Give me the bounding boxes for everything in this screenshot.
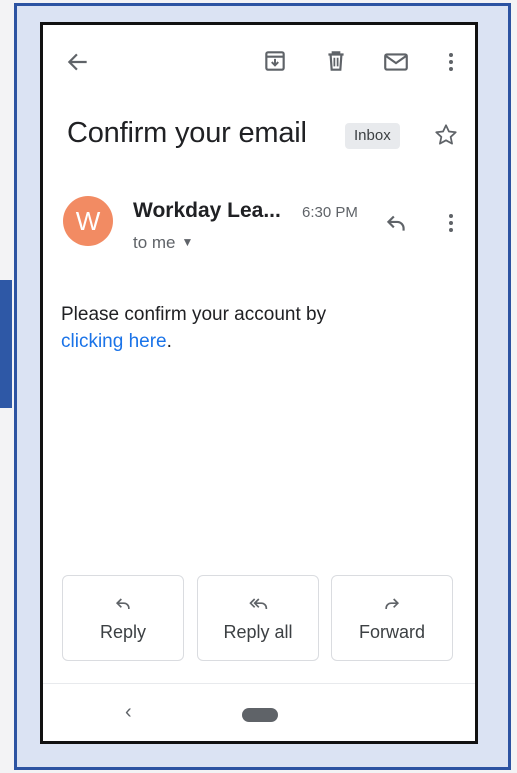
trash-icon[interactable]: [323, 48, 349, 74]
reply-icon: [63, 594, 183, 614]
sender-name[interactable]: Workday Lea...: [133, 199, 281, 223]
recipient-toggle[interactable]: to me ▼: [133, 233, 193, 253]
arrow-left-icon[interactable]: [65, 49, 91, 75]
reply-all-label: Reply all: [223, 622, 293, 642]
reply-icon[interactable]: [382, 210, 410, 236]
reply-button[interactable]: Reply: [62, 575, 184, 661]
body-text: Please confirm your account by: [61, 304, 327, 325]
nav-home-pill[interactable]: [242, 708, 278, 722]
forward-icon: [332, 594, 452, 614]
reply-label: Reply: [99, 622, 147, 642]
email-body: Please confirm your account by clicking …: [61, 301, 421, 355]
email-subject: Confirm your email: [67, 117, 307, 149]
recipient-label: to me: [133, 233, 176, 252]
nav-back-icon[interactable]: ‹: [125, 701, 132, 724]
chevron-down-icon: ▼: [181, 235, 194, 249]
message-more-icon[interactable]: [439, 210, 463, 236]
reply-all-button[interactable]: Reply all: [197, 575, 319, 661]
mail-icon[interactable]: [382, 49, 410, 75]
forward-button[interactable]: Forward: [331, 575, 453, 661]
phone-screen: Confirm your email Inbox W Workday Lea..…: [40, 22, 478, 744]
nav-divider: [43, 683, 475, 684]
side-tab: [0, 280, 12, 408]
star-icon[interactable]: [433, 122, 459, 148]
more-vert-icon[interactable]: [439, 49, 463, 75]
archive-icon[interactable]: [262, 48, 288, 74]
forward-label: Forward: [358, 622, 425, 642]
reply-all-icon: [198, 594, 318, 614]
inbox-label-badge[interactable]: Inbox: [345, 123, 400, 149]
email-time: 6:30 PM: [302, 204, 358, 221]
body-trailing: .: [166, 331, 172, 352]
sender-avatar[interactable]: W: [63, 196, 113, 246]
confirm-link[interactable]: clicking here: [61, 331, 167, 352]
